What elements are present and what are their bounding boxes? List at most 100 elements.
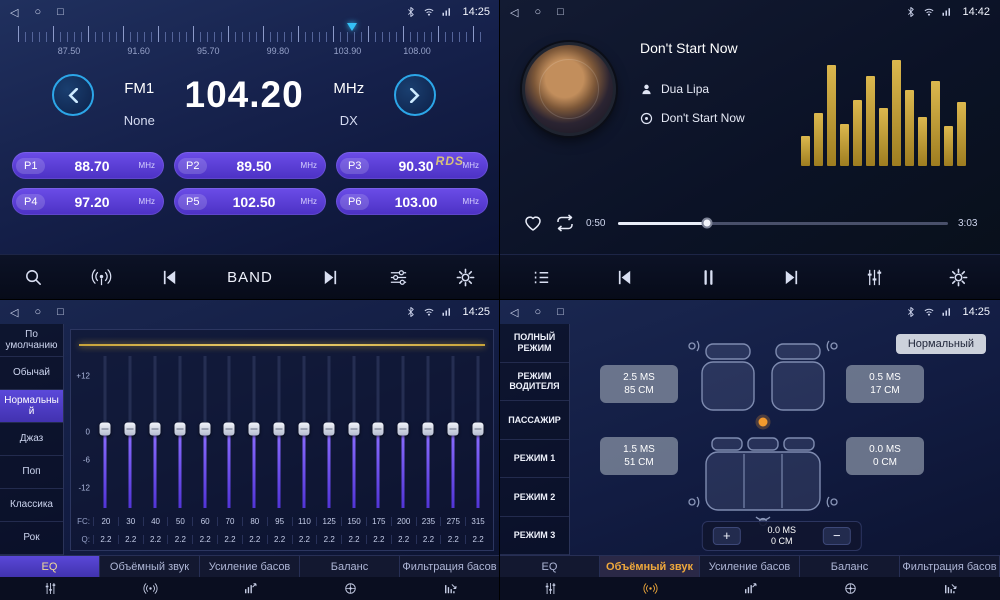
repeat-icon[interactable]	[554, 212, 576, 234]
settings-gear-icon[interactable]	[455, 267, 476, 288]
visualizer-bar	[801, 136, 810, 166]
nav-home-icon[interactable]: ○	[534, 306, 541, 319]
delay-rear-right[interactable]: 0.0 MS 0 CM	[846, 437, 924, 475]
eq-band-slider[interactable]	[118, 354, 143, 510]
sound-preset-button[interactable]: Нормальный	[896, 334, 986, 354]
eq-band-slider[interactable]	[267, 354, 292, 510]
tab-eq[interactable]: EQ	[0, 556, 100, 577]
tuning-pointer	[347, 23, 357, 36]
eq-band-slider[interactable]	[242, 354, 267, 510]
eq-preset-default[interactable]: По умолчанию	[0, 324, 63, 357]
surround-icon[interactable]	[600, 577, 700, 600]
previous-track-icon[interactable]	[614, 267, 635, 288]
eq-preset-rock[interactable]: Рок	[0, 522, 63, 555]
preset-button-5[interactable]: P5 102.50 MHz	[174, 188, 326, 215]
tab-eq[interactable]: EQ	[500, 556, 600, 577]
nav-recents-icon[interactable]: □	[557, 306, 564, 319]
delay-front-left[interactable]: 2.5 MS 85 CM	[600, 365, 678, 403]
nav-back-icon[interactable]: ◁	[510, 306, 518, 319]
favorite-heart-icon[interactable]	[522, 212, 544, 234]
eq-band-slider[interactable]	[93, 354, 118, 510]
mode-3[interactable]: РЕЖИМ 3	[500, 517, 569, 556]
eq-preset-normal[interactable]: Нормальный	[0, 390, 63, 423]
nav-home-icon[interactable]: ○	[34, 306, 41, 319]
next-track-icon[interactable]	[781, 267, 802, 288]
filter-icon[interactable]	[400, 577, 500, 600]
playlist-icon[interactable]	[531, 267, 552, 288]
tab-bass-boost[interactable]: Усиление басов	[700, 556, 800, 577]
mode-1[interactable]: РЕЖИМ 1	[500, 440, 569, 479]
track-name: Don't Start Now	[661, 111, 745, 125]
eq-band-slider[interactable]	[440, 354, 465, 510]
mode-passenger[interactable]: ПАССАЖИР	[500, 401, 569, 440]
surround-icon[interactable]	[100, 577, 200, 600]
delay-decrease-button[interactable]: −	[823, 527, 851, 545]
visualizer-bar	[827, 65, 836, 166]
nav-back-icon[interactable]: ◁	[10, 306, 18, 319]
eq-band-slider[interactable]	[316, 354, 341, 510]
eq-icon[interactable]	[500, 577, 600, 600]
eq-band-slider[interactable]	[143, 354, 168, 510]
filter-icon[interactable]	[900, 577, 1000, 600]
previous-track-icon[interactable]	[159, 267, 180, 288]
bass-boost-icon[interactable]	[700, 577, 800, 600]
tab-balance[interactable]: Баланс	[300, 556, 400, 577]
equalizer-sliders-icon[interactable]	[864, 267, 885, 288]
nav-back-icon[interactable]: ◁	[510, 6, 518, 19]
eq-band-slider[interactable]	[167, 354, 192, 510]
eq-preset-custom[interactable]: Обычай	[0, 357, 63, 390]
preset-button-2[interactable]: P2 89.50 MHz	[174, 152, 326, 179]
eq-icon[interactable]	[0, 577, 100, 600]
balance-icon[interactable]	[300, 577, 400, 600]
settings-gear-icon[interactable]	[948, 267, 969, 288]
search-icon[interactable]	[23, 267, 44, 288]
tab-filter[interactable]: Фильтрация басов	[900, 556, 1000, 577]
eq-band-slider[interactable]	[341, 354, 366, 510]
nav-recents-icon[interactable]: □	[57, 6, 64, 19]
delay-rear-left[interactable]: 1.5 MS 51 CM	[600, 437, 678, 475]
eq-band-slider[interactable]	[416, 354, 441, 510]
eq-band-slider[interactable]	[292, 354, 317, 510]
mode-driver[interactable]: РЕЖИМ ВОДИТЕЛЯ	[500, 363, 569, 402]
eq-band-slider[interactable]	[391, 354, 416, 510]
delay-increase-button[interactable]: +	[713, 527, 741, 545]
preset-button-4[interactable]: P4 97.20 MHz	[12, 188, 164, 215]
eq-preset-jazz[interactable]: Джаз	[0, 423, 63, 456]
tune-down-button[interactable]	[52, 74, 94, 116]
preset-button-6[interactable]: P6 103.00 MHz	[336, 188, 488, 215]
bass-boost-icon[interactable]	[200, 577, 300, 600]
tab-bass-boost[interactable]: Усиление басов	[200, 556, 300, 577]
frequency-scale[interactable]: 87.50 91.60 95.70 99.80 103.90 108.00	[18, 26, 482, 60]
nav-home-icon[interactable]: ○	[534, 6, 541, 19]
eq-band-slider[interactable]	[192, 354, 217, 510]
band-button[interactable]: BAND	[227, 269, 273, 286]
preset-button-3[interactable]: P3 90.30 MHz	[336, 152, 488, 179]
album-art[interactable]	[522, 42, 616, 136]
eq-band-slider[interactable]	[465, 354, 490, 510]
next-track-icon[interactable]	[320, 267, 341, 288]
broadcast-icon[interactable]	[91, 267, 112, 288]
delay-front-right[interactable]: 0.5 MS 17 CM	[846, 365, 924, 403]
mode-2[interactable]: РЕЖИМ 2	[500, 478, 569, 517]
nav-back-icon[interactable]: ◁	[10, 6, 18, 19]
tab-surround[interactable]: Объёмный звук	[100, 556, 200, 577]
tab-surround[interactable]: Объёмный звук	[600, 556, 700, 577]
progress-bar[interactable]	[618, 222, 948, 225]
nav-home-icon[interactable]: ○	[34, 6, 41, 19]
tune-up-button[interactable]	[394, 74, 436, 116]
nav-recents-icon[interactable]: □	[57, 306, 64, 319]
sliders-icon[interactable]	[388, 267, 409, 288]
player-toolbar	[500, 254, 1000, 300]
balance-icon[interactable]	[800, 577, 900, 600]
mode-full[interactable]: ПОЛНЫЙ РЕЖИМ	[500, 324, 569, 363]
eq-preset-classic[interactable]: Классика	[0, 489, 63, 522]
eq-band-slider[interactable]	[366, 354, 391, 510]
pause-icon[interactable]	[698, 267, 719, 288]
tab-filter[interactable]: Фильтрация басов	[400, 556, 500, 577]
preset-button-1[interactable]: P1 88.70 MHz	[12, 152, 164, 179]
nav-recents-icon[interactable]: □	[557, 6, 564, 19]
tab-balance[interactable]: Баланс	[800, 556, 900, 577]
progress-knob[interactable]	[702, 218, 713, 229]
eq-band-slider[interactable]	[217, 354, 242, 510]
eq-preset-pop[interactable]: Поп	[0, 456, 63, 489]
